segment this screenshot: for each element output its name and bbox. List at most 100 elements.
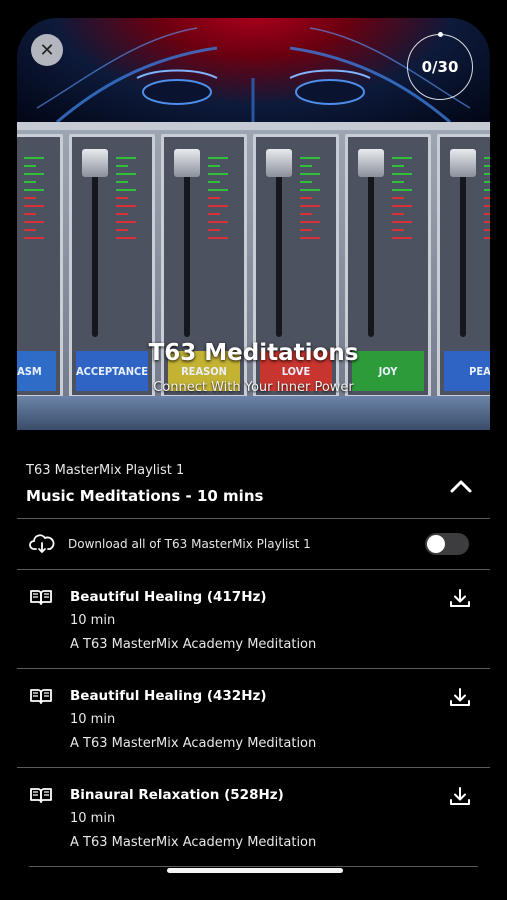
- track-row[interactable]: Beautiful Healing (417Hz) 10 min A T63 Mas…: [17, 570, 490, 668]
- meter-tick: [208, 213, 220, 215]
- fader-knob: [82, 149, 108, 177]
- meter-tick: [24, 229, 36, 231]
- track-row[interactable]: Binaural Relaxation (528Hz) 10 min A T63 M…: [17, 768, 490, 866]
- progress-indicator: 0/30: [407, 32, 473, 100]
- meter-tick: [116, 237, 136, 239]
- book-icon: [30, 590, 52, 605]
- hero-subtitle: Connect With Your Inner Power: [153, 380, 354, 395]
- meter-tick: [300, 229, 312, 231]
- meter-tick: [300, 189, 320, 191]
- fader-knob: [450, 149, 476, 177]
- meter-tick: [392, 157, 412, 159]
- meter-tick: [484, 173, 490, 175]
- meter-tick: [24, 237, 44, 239]
- meter-tick: [484, 157, 490, 159]
- meter-tick: [24, 189, 44, 191]
- app-screen: USIASMACCEPTANCEREASONLOVEJOYPEA ✕ 0/30 …: [17, 18, 490, 878]
- mixer-rail: [17, 122, 490, 130]
- meter-tick: [116, 229, 128, 231]
- meter-tick: [116, 157, 136, 159]
- meter-tick: [208, 197, 220, 199]
- level-meter: [300, 157, 328, 329]
- meter-tick: [484, 205, 490, 207]
- meter-tick: [24, 205, 44, 207]
- meter-tick: [300, 205, 320, 207]
- meter-tick: [208, 157, 228, 159]
- level-meter: [208, 157, 236, 329]
- meter-tick: [300, 157, 320, 159]
- meter-tick: [392, 197, 404, 199]
- meter-tick: [116, 205, 136, 207]
- level-meter: [24, 157, 52, 329]
- meter-tick: [484, 189, 490, 191]
- hero-banner: USIASMACCEPTANCEREASONLOVEJOYPEA ✕ 0/30 …: [17, 18, 490, 430]
- meter-tick: [300, 181, 312, 183]
- meter-tick: [208, 189, 228, 191]
- toggle-thumb: [427, 535, 445, 553]
- meter-tick: [300, 173, 320, 175]
- download-all-toggle[interactable]: [425, 533, 469, 555]
- meter-tick: [24, 165, 36, 167]
- mixer-base: [17, 396, 490, 430]
- meter-tick: [300, 237, 320, 239]
- download-icon[interactable]: [449, 687, 471, 707]
- meter-tick: [392, 173, 412, 175]
- close-button[interactable]: ✕: [31, 34, 63, 66]
- track-duration: 10 min: [70, 811, 116, 826]
- meter-tick: [116, 165, 128, 167]
- meter-tick: [392, 189, 412, 191]
- book-icon: [30, 689, 52, 704]
- playlist-header[interactable]: T63 MasterMix Playlist 1 Music Meditatio…: [17, 430, 490, 518]
- download-icon[interactable]: [449, 786, 471, 806]
- close-icon: ✕: [39, 39, 55, 61]
- book-icon: [30, 788, 52, 803]
- track-title: Binaural Relaxation (528Hz): [70, 787, 284, 803]
- progress-dot: [438, 32, 443, 37]
- meter-tick: [208, 229, 220, 231]
- meter-tick: [116, 221, 136, 223]
- level-meter: [484, 157, 490, 329]
- meter-tick: [208, 237, 228, 239]
- meter-tick: [392, 165, 404, 167]
- meter-tick: [24, 181, 36, 183]
- track-title: Beautiful Healing (417Hz): [70, 589, 267, 605]
- meter-tick: [300, 197, 312, 199]
- home-indicator[interactable]: [167, 868, 343, 873]
- fader-slot: [368, 151, 374, 337]
- download-all-row: Download all of T63 MasterMix Playlist 1: [17, 519, 490, 569]
- fader-slot: [92, 151, 98, 337]
- hero-title: T63 Meditations: [148, 340, 359, 366]
- progress-text: 0/30: [421, 58, 459, 76]
- meter-tick: [208, 173, 228, 175]
- fader-knob: [358, 149, 384, 177]
- fader-knob: [266, 149, 292, 177]
- meter-tick: [484, 197, 490, 199]
- meter-tick: [24, 197, 36, 199]
- meter-tick: [300, 165, 312, 167]
- meter-tick: [484, 181, 490, 183]
- cloud-download-icon: [29, 534, 55, 553]
- track-description: A T63 MasterMix Academy Meditation: [70, 637, 317, 652]
- meter-tick: [392, 221, 412, 223]
- divider: [17, 866, 490, 867]
- track-row[interactable]: Beautiful Healing (432Hz) 10 min A T63 Mas…: [17, 669, 490, 767]
- track-title: Beautiful Healing (432Hz): [70, 688, 267, 704]
- level-meter: [116, 157, 144, 329]
- download-all-label: Download all of T63 MasterMix Playlist 1: [68, 537, 311, 551]
- meter-tick: [116, 197, 128, 199]
- meter-tick: [116, 181, 128, 183]
- fader-knob: [174, 149, 200, 177]
- track-duration: 10 min: [70, 613, 116, 628]
- meter-tick: [484, 221, 490, 223]
- track-duration: 10 min: [70, 712, 116, 727]
- meter-tick: [208, 221, 228, 223]
- meter-tick: [208, 205, 228, 207]
- meter-tick: [300, 213, 312, 215]
- meter-tick: [24, 221, 44, 223]
- meter-tick: [392, 181, 404, 183]
- meter-tick: [24, 173, 44, 175]
- download-icon[interactable]: [449, 588, 471, 608]
- meter-tick: [484, 229, 490, 231]
- playlist-name: T63 MasterMix Playlist 1: [26, 463, 185, 478]
- chevron-up-icon[interactable]: [449, 476, 473, 496]
